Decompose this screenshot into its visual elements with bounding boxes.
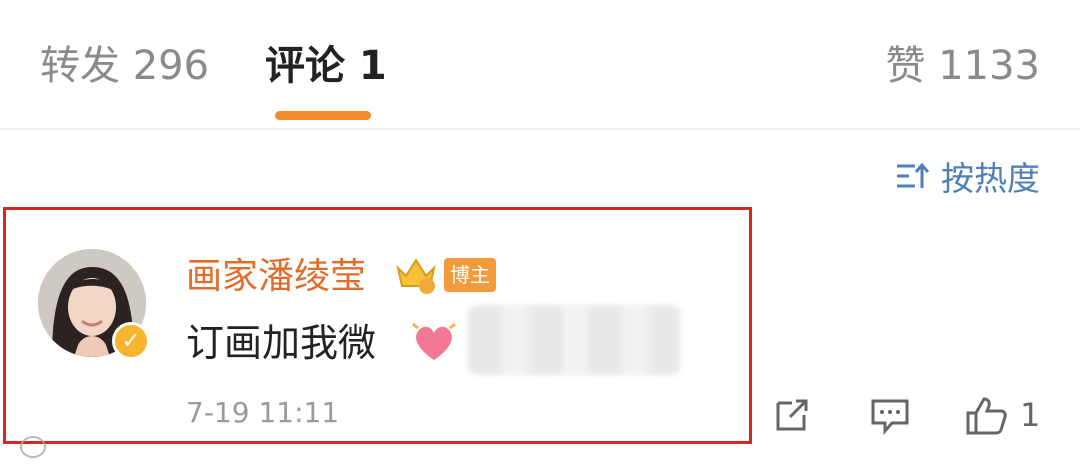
sort-label: 按热度: [941, 159, 1040, 198]
tab-bar: 转发 296 评论 1 赞 1133: [0, 0, 1080, 130]
tab-reposts[interactable]: 转发 296: [40, 38, 209, 94]
tab-comments[interactable]: 评论 1: [265, 38, 387, 94]
comment-username[interactable]: 画家潘绫莹: [186, 252, 366, 302]
heart-emoji-icon: [412, 322, 456, 360]
redacted-contact: [468, 305, 680, 375]
reply-icon: [871, 399, 909, 435]
sort-by-popularity[interactable]: 按热度: [895, 154, 1040, 198]
active-tab-indicator: [275, 111, 371, 120]
comment-text: 订画加我微: [186, 321, 377, 365]
blogger-badge: 博主: [444, 258, 496, 292]
like-count: 1: [1020, 396, 1041, 434]
watermark: [20, 436, 46, 458]
sort-icon: [897, 162, 929, 188]
tab-likes[interactable]: 赞 1133: [885, 38, 1040, 94]
watermark-logo: [20, 436, 46, 458]
verified-icon: ✓: [112, 322, 150, 360]
comment-date: 7-19 11:11: [186, 396, 340, 429]
reply-button[interactable]: [868, 392, 912, 438]
crown-icon: [396, 258, 436, 294]
share-button[interactable]: [770, 392, 814, 438]
thumbs-up-icon: [966, 397, 1007, 435]
share-icon: [776, 399, 808, 431]
like-button[interactable]: 1: [964, 392, 1040, 438]
